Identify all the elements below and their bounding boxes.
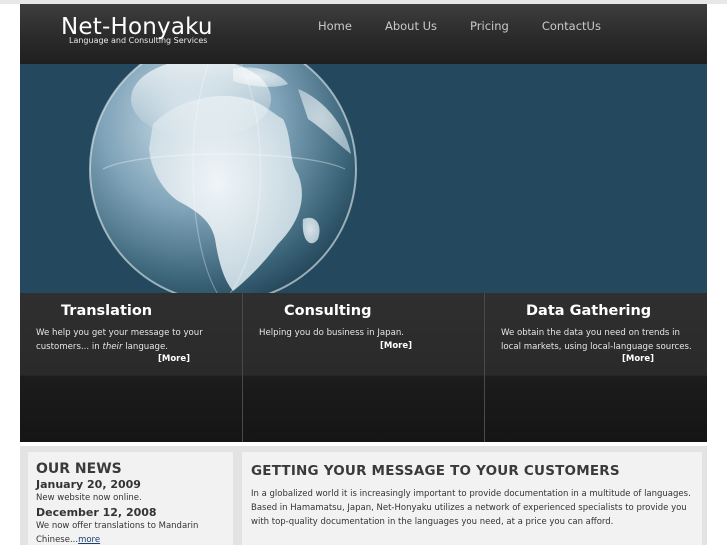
site-header: Net-Honyaku Language and Consulting Serv… [20,4,707,64]
feature-data-gathering: Data Gathering We obtain the data you ne… [485,293,707,442]
feature-title: Consulting [284,303,372,319]
nav-pricing[interactable]: Pricing [470,19,509,33]
feature-consulting: Consulting Helping you do business in Ja… [243,293,485,442]
article-panel: GETTING YOUR MESSAGE TO YOUR CUSTOMERS I… [242,452,702,545]
main-nav: Home About Us Pricing ContactUs [318,19,634,33]
article-heading: GETTING YOUR MESSAGE TO YOUR CUSTOMERS [251,463,620,479]
feature-text: Helping you do business in Japan. [259,328,405,338]
more-link-translation[interactable]: [More] [158,354,190,364]
more-link-consulting[interactable]: [More] [380,341,412,351]
page-wrapper: Net-Honyaku Language and Consulting Serv… [20,4,707,442]
news-more-link[interactable]: more [78,535,100,545]
feature-text: We obtain the data you need on trends in… [501,328,692,352]
news-date: December 12, 2008 [36,506,157,519]
hero-banner [20,64,707,293]
nav-contact-us[interactable]: ContactUs [542,19,601,33]
nav-about-us[interactable]: About Us [385,19,437,33]
feature-title: Translation [61,303,153,319]
features-row: Translation We help you get your message… [20,293,707,442]
news-text: New website now online. [36,493,142,503]
news-heading: OUR NEWS [36,461,122,477]
feature-translation: Translation We help you get your message… [20,293,243,442]
content-area: OUR NEWS January 20, 2009 New website no… [20,446,707,545]
nav-home[interactable]: Home [318,19,352,33]
crystal-globe-image [89,64,357,293]
news-panel: OUR NEWS January 20, 2009 New website no… [28,452,233,545]
news-text: We now offer translations to Mandarin Ch… [36,521,199,545]
article-body: In a globalized world it is increasingly… [251,489,691,527]
feature-title: Data Gathering [526,303,652,319]
site-logo-subtitle: Language and Consulting Services [69,36,208,45]
more-link-data-gathering[interactable]: [More] [622,354,654,364]
feature-text: We help you get your message to your cus… [36,328,203,352]
news-date: January 20, 2009 [36,478,141,491]
